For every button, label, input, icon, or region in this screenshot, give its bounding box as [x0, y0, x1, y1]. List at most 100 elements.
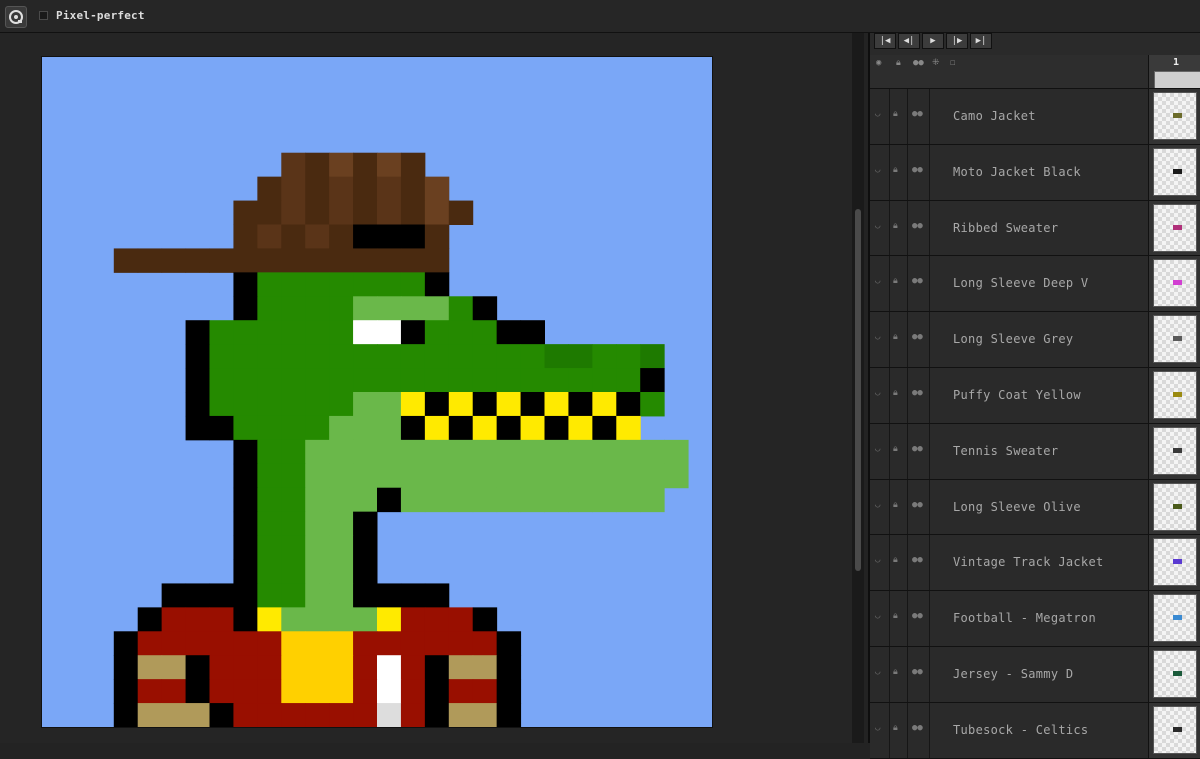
layer-cel[interactable]: [1148, 144, 1200, 200]
sprite-pixel: [400, 224, 426, 249]
sprite-pixel: [592, 487, 617, 513]
frame-header-1[interactable]: 1: [1148, 55, 1200, 88]
sprite-pixel: [448, 631, 474, 656]
sprite-pixel: [377, 439, 402, 465]
lock-toggle[interactable]: 🔒︎: [890, 200, 908, 256]
layer-row[interactable]: ◡ 🔒︎ ●● Tennis Sweater: [870, 423, 1200, 480]
sprite-canvas[interactable]: [41, 56, 713, 728]
sprite-pixel: [424, 583, 450, 608]
sprite-pixel: [616, 439, 641, 465]
layer-cel[interactable]: [1148, 646, 1200, 702]
continuous-toggle[interactable]: ●●: [908, 591, 930, 646]
visibility-toggle[interactable]: ◡: [870, 591, 890, 646]
app-menu-button[interactable]: [5, 6, 27, 28]
sprite-pixel: [233, 415, 258, 441]
sprite-pixel: [568, 487, 593, 513]
layer-cel[interactable]: [1148, 702, 1200, 758]
continuous-toggle[interactable]: ●●: [908, 367, 930, 423]
lock-toggle[interactable]: 🔒︎: [890, 367, 908, 423]
layer-row[interactable]: ◡ 🔒︎ ●● Tubesock - Celtics: [870, 702, 1200, 759]
continuous-toggle[interactable]: ●●: [908, 89, 930, 144]
layer-row[interactable]: ◡ 🔒︎ ●● Long Sleeve Olive: [870, 479, 1200, 536]
lock-toggle[interactable]: 🔒︎: [890, 256, 908, 312]
first-frame-button[interactable]: |◀: [874, 33, 896, 49]
lock-toggle[interactable]: 🔒︎: [890, 591, 908, 646]
play-button[interactable]: ▶: [922, 33, 944, 49]
lock-toggle[interactable]: 🔒︎: [890, 646, 908, 702]
layer-cel[interactable]: [1148, 367, 1200, 423]
continuous-toggle[interactable]: ●●: [908, 535, 930, 591]
layer-cel[interactable]: [1148, 535, 1200, 591]
sprite-pixel: [329, 224, 354, 249]
visibility-toggle[interactable]: ◡: [870, 144, 890, 200]
sprite-pixel: [377, 392, 402, 417]
layer-cel[interactable]: [1148, 312, 1200, 367]
next-frame-button[interactable]: |▶: [946, 33, 968, 49]
lock-header-icon[interactable]: 🔒︎: [896, 58, 901, 68]
visibility-toggle[interactable]: ◡: [870, 702, 890, 758]
lock-toggle[interactable]: 🔒︎: [890, 479, 908, 535]
continuous-toggle[interactable]: ●●: [908, 144, 930, 200]
continuous-toggle[interactable]: ●●: [908, 702, 930, 758]
lock-toggle[interactable]: 🔒︎: [890, 535, 908, 591]
visibility-toggle[interactable]: ◡: [870, 89, 890, 144]
continuous-toggle[interactable]: ●●: [908, 200, 930, 256]
continuous-toggle[interactable]: ●●: [908, 479, 930, 535]
layer-row[interactable]: ◡ 🔒︎ ●● Ribbed Sweater: [870, 200, 1200, 257]
layer-row[interactable]: ◡ 🔒︎ ●● Vintage Track Jacket: [870, 535, 1200, 592]
layer-row[interactable]: ◡ 🔒︎ ●● Football - Megatron: [870, 591, 1200, 647]
frame-mini-preview: [1154, 71, 1200, 88]
visibility-toggle[interactable]: ◡: [870, 256, 890, 312]
pixel-perfect-checkbox[interactable]: [39, 11, 48, 20]
layer-row[interactable]: ◡ 🔒︎ ●● Camo Jacket: [870, 89, 1200, 145]
continuous-header-icon[interactable]: ●●: [913, 58, 924, 68]
visibility-toggle[interactable]: ◡: [870, 535, 890, 591]
last-frame-button[interactable]: ▶|: [970, 33, 992, 49]
visibility-toggle[interactable]: ◡: [870, 312, 890, 367]
sprite-pixel: [185, 415, 210, 441]
layer-cel[interactable]: [1148, 479, 1200, 535]
layer-row[interactable]: ◡ 🔒︎ ●● Moto Jacket Black: [870, 144, 1200, 201]
layer-cel[interactable]: [1148, 423, 1200, 479]
lock-toggle[interactable]: 🔒︎: [890, 702, 908, 758]
cel-preview-mark: [1173, 224, 1182, 230]
layer-row[interactable]: ◡ 🔒︎ ●● Long Sleeve Grey: [870, 312, 1200, 368]
visibility-header-icon[interactable]: ◉: [876, 58, 881, 68]
layer-cel[interactable]: [1148, 591, 1200, 646]
lock-toggle[interactable]: 🔒︎: [890, 423, 908, 479]
layer-cel[interactable]: [1148, 256, 1200, 312]
sprite-pixel: [137, 703, 163, 727]
continuous-toggle[interactable]: ●●: [908, 256, 930, 312]
sprite-pixel: [377, 344, 402, 369]
canvas-vertical-scrollbar[interactable]: [852, 33, 864, 743]
sprite-pixel: [329, 463, 354, 489]
sprite-pixel: [568, 368, 593, 393]
sprite-pixel: [305, 344, 330, 369]
lock-toggle[interactable]: 🔒︎: [890, 144, 908, 200]
sprite-pixel: [185, 583, 210, 608]
continuous-toggle[interactable]: ●●: [908, 646, 930, 702]
continuous-toggle[interactable]: ●●: [908, 423, 930, 479]
sprite-pixel: [281, 463, 306, 489]
new-layer-icon[interactable]: ☐: [950, 58, 955, 68]
visibility-toggle[interactable]: ◡: [870, 367, 890, 423]
layer-group-icon[interactable]: ⁜: [932, 58, 940, 68]
layer-cel[interactable]: [1148, 89, 1200, 144]
previous-frame-button[interactable]: ◀|: [898, 33, 920, 49]
sprite-pixel: [353, 368, 378, 393]
sprite-pixel: [353, 344, 378, 369]
visibility-toggle[interactable]: ◡: [870, 646, 890, 702]
sprite-pixel: [496, 320, 522, 345]
lock-toggle[interactable]: 🔒︎: [890, 312, 908, 367]
layer-cel[interactable]: [1148, 200, 1200, 256]
layer-row[interactable]: ◡ 🔒︎ ●● Long Sleeve Deep V: [870, 256, 1200, 313]
layer-row[interactable]: ◡ 🔒︎ ●● Puffy Coat Yellow: [870, 367, 1200, 424]
lock-toggle[interactable]: 🔒︎: [890, 89, 908, 144]
layer-row[interactable]: ◡ 🔒︎ ●● Jersey - Sammy D: [870, 646, 1200, 703]
visibility-toggle[interactable]: ◡: [870, 479, 890, 535]
sprite-pixel: [305, 248, 330, 273]
visibility-toggle[interactable]: ◡: [870, 423, 890, 479]
visibility-toggle[interactable]: ◡: [870, 200, 890, 256]
scrollbar-thumb[interactable]: [855, 209, 861, 571]
continuous-toggle[interactable]: ●●: [908, 312, 930, 367]
